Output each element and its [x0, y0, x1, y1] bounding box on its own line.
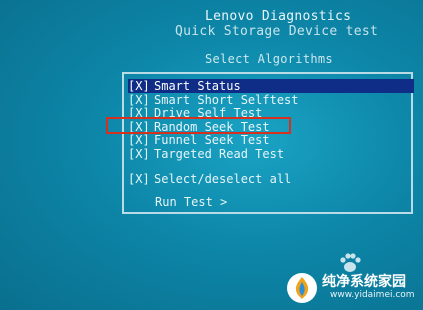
algorithm-item-targeted-read-test[interactable]: [X] Targeted Read Test: [128, 147, 284, 161]
algorithm-label: Targeted Read Test: [154, 147, 285, 161]
checkbox[interactable]: [X]: [128, 93, 150, 107]
algorithm-label: Smart Status: [154, 79, 241, 93]
section-heading: Select Algorithms: [205, 52, 333, 66]
select-all-checkbox[interactable]: [X]: [128, 172, 150, 186]
algorithm-label: Funnel Seek Test: [154, 133, 270, 147]
site-logo-icon: [287, 273, 317, 303]
test-subtitle: Quick Storage Device test: [175, 24, 379, 39]
algorithm-label: Smart Short Selftest: [154, 93, 299, 107]
watermark-url: www.yidaimei.com: [330, 290, 415, 300]
annotation-highlight-box: [106, 117, 291, 134]
select-all-item[interactable]: [X] Select/deselect all: [128, 172, 291, 186]
app-title: Lenovo Diagnostics: [205, 9, 352, 24]
algorithm-item-smart-short-selftest[interactable]: [X] Smart Short Selftest: [128, 93, 299, 107]
watermark-name: 纯净系统家园: [322, 274, 406, 290]
algorithm-item-funnel-seek-test[interactable]: [X] Funnel Seek Test: [128, 133, 270, 147]
checkbox[interactable]: [X]: [128, 147, 150, 161]
site-watermark: 纯净系统家园 www.yidaimei.com: [286, 268, 420, 306]
select-all-label: Select/deselect all: [154, 172, 292, 186]
checkbox[interactable]: [X]: [128, 133, 150, 147]
checkbox[interactable]: [X]: [128, 79, 150, 93]
algorithm-item-smart-status[interactable]: [X] Smart Status: [128, 79, 414, 93]
run-test-button[interactable]: Run Test >: [155, 195, 227, 209]
